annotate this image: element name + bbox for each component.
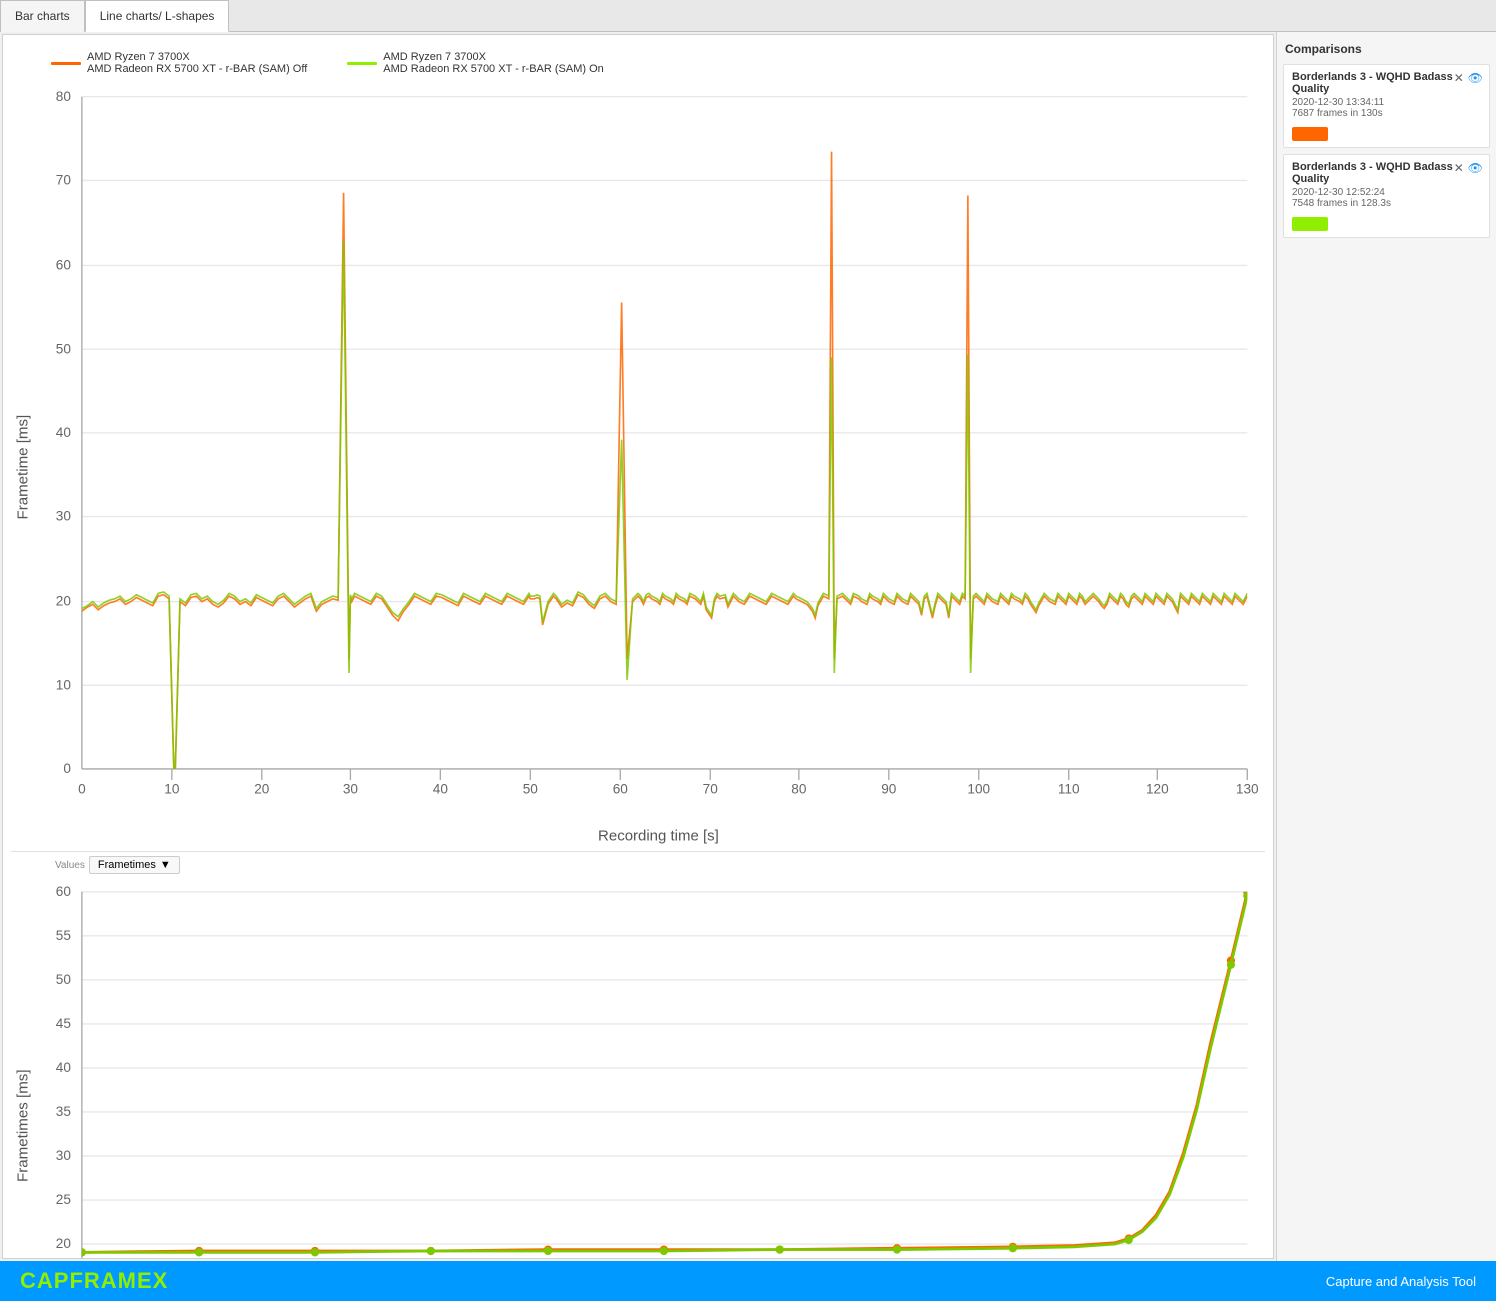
legend-item-sam-off: AMD Ryzen 7 3700X AMD Radeon RX 5700 XT … (51, 51, 307, 75)
svg-text:25: 25 (56, 1192, 72, 1207)
legend-item-sam-on: AMD Ryzen 7 3700X AMD Radeon RX 5700 XT … (347, 51, 603, 75)
tab-bar: Bar charts Line charts/ L-shapes (0, 0, 1496, 32)
svg-text:20: 20 (254, 782, 270, 797)
svg-text:55: 55 (56, 928, 72, 943)
svg-text:30: 30 (56, 509, 72, 524)
comparison-item-2-title: Borderlands 3 - WQHD Badass Quality (1292, 161, 1481, 185)
svg-text:100: 100 (967, 782, 990, 797)
comparison-item-2: ✕ 👁 Borderlands 3 - WQHD Badass Quality … (1283, 154, 1490, 238)
upper-chart-svg: Frametime [ms] Recording time [s] 0 10 2… (11, 83, 1265, 851)
svg-text:110: 110 (1058, 782, 1080, 797)
svg-text:Recording time [s]: Recording time [s] (598, 827, 719, 844)
app-logo: CAPFRAMEX (20, 1268, 168, 1294)
legend: AMD Ryzen 7 3700X AMD Radeon RX 5700 XT … (11, 43, 1265, 83)
comparison-item-1-title: Borderlands 3 - WQHD Badass Quality (1292, 71, 1481, 95)
comparison-item-2-actions: ✕ 👁 (1454, 161, 1483, 175)
comparison-item-2-frames: 7548 frames in 128.3s (1292, 198, 1481, 209)
values-dropdown-button[interactable]: Frametimes ▼ (89, 856, 180, 874)
svg-text:30: 30 (343, 782, 359, 797)
upper-chart: Frametime [ms] Recording time [s] 0 10 2… (11, 83, 1265, 852)
legend-text-sam-on: AMD Ryzen 7 3700X AMD Radeon RX 5700 XT … (383, 51, 603, 75)
svg-text:50: 50 (56, 972, 72, 987)
legend-color-sam-on (347, 62, 377, 65)
svg-text:45: 45 (56, 1016, 72, 1031)
values-label: Values (55, 860, 85, 871)
svg-text:Frametime [ms]: Frametime [ms] (14, 415, 31, 520)
lower-chart-svg: Frametimes [ms] Percentiles (%) 10 15 20… (11, 878, 1265, 1259)
svg-text:40: 40 (56, 1060, 72, 1075)
tab-line-charts[interactable]: Line charts/ L-shapes (85, 0, 230, 32)
svg-text:20: 20 (56, 1236, 72, 1251)
tab-bar-charts[interactable]: Bar charts (0, 0, 85, 32)
comparison-item-1-actions: ✕ 👁 (1454, 71, 1483, 85)
legend-color-sam-off (51, 62, 81, 65)
comparison-item-1-frames: 7687 frames in 130s (1292, 108, 1481, 119)
comparison-item-2-date: 2020-12-30 12:52:24 (1292, 187, 1481, 198)
svg-text:70: 70 (703, 782, 719, 797)
svg-text:80: 80 (791, 782, 807, 797)
legend-text-sam-off: AMD Ryzen 7 3700X AMD Radeon RX 5700 XT … (87, 51, 307, 75)
svg-text:60: 60 (56, 884, 72, 899)
comparison-item-2-color-bar (1292, 217, 1328, 231)
svg-text:90: 90 (881, 782, 897, 797)
values-dropdown-container: Values Frametimes ▼ (51, 854, 1265, 876)
app-tagline: Capture and Analysis Tool (1326, 1274, 1476, 1289)
main-content: AMD Ryzen 7 3700X AMD Radeon RX 5700 XT … (0, 32, 1496, 1261)
svg-text:40: 40 (433, 782, 449, 797)
comparison-item-1-close-button[interactable]: ✕ (1454, 72, 1464, 84)
comparison-item-1-date: 2020-12-30 13:34:11 (1292, 97, 1481, 108)
svg-text:10: 10 (56, 677, 72, 692)
svg-text:50: 50 (523, 782, 539, 797)
sidebar: Comparisons ✕ 👁 Borderlands 3 - WQHD Bad… (1276, 32, 1496, 1261)
svg-text:Frametimes [ms]: Frametimes [ms] (14, 1070, 31, 1183)
svg-text:20: 20 (56, 594, 72, 609)
comparison-item-1-color-bar (1292, 127, 1328, 141)
svg-text:30: 30 (56, 1148, 72, 1163)
bottom-bar: CAPFRAMEX Capture and Analysis Tool (0, 1261, 1496, 1301)
svg-text:80: 80 (56, 89, 72, 104)
svg-text:40: 40 (56, 425, 72, 440)
svg-text:60: 60 (56, 258, 72, 273)
svg-text:50: 50 (56, 341, 72, 356)
svg-text:120: 120 (1146, 782, 1169, 797)
comparison-item-2-close-button[interactable]: ✕ (1454, 162, 1464, 174)
charts-area: AMD Ryzen 7 3700X AMD Radeon RX 5700 XT … (2, 34, 1274, 1259)
chevron-down-icon: ▼ (160, 859, 171, 871)
sidebar-title: Comparisons (1283, 38, 1490, 64)
svg-text:10: 10 (164, 782, 180, 797)
svg-text:70: 70 (56, 172, 72, 187)
svg-text:130: 130 (1236, 782, 1259, 797)
svg-text:35: 35 (56, 1104, 72, 1119)
comparison-item-2-eye-button[interactable]: 👁 (1468, 161, 1483, 175)
lower-chart: Frametimes [ms] Percentiles (%) 10 15 20… (11, 878, 1265, 1259)
svg-text:0: 0 (63, 761, 71, 776)
svg-text:60: 60 (613, 782, 629, 797)
svg-text:0: 0 (78, 782, 86, 797)
comparison-item-1: ✕ 👁 Borderlands 3 - WQHD Badass Quality … (1283, 64, 1490, 148)
comparison-item-1-eye-button[interactable]: 👁 (1468, 71, 1483, 85)
